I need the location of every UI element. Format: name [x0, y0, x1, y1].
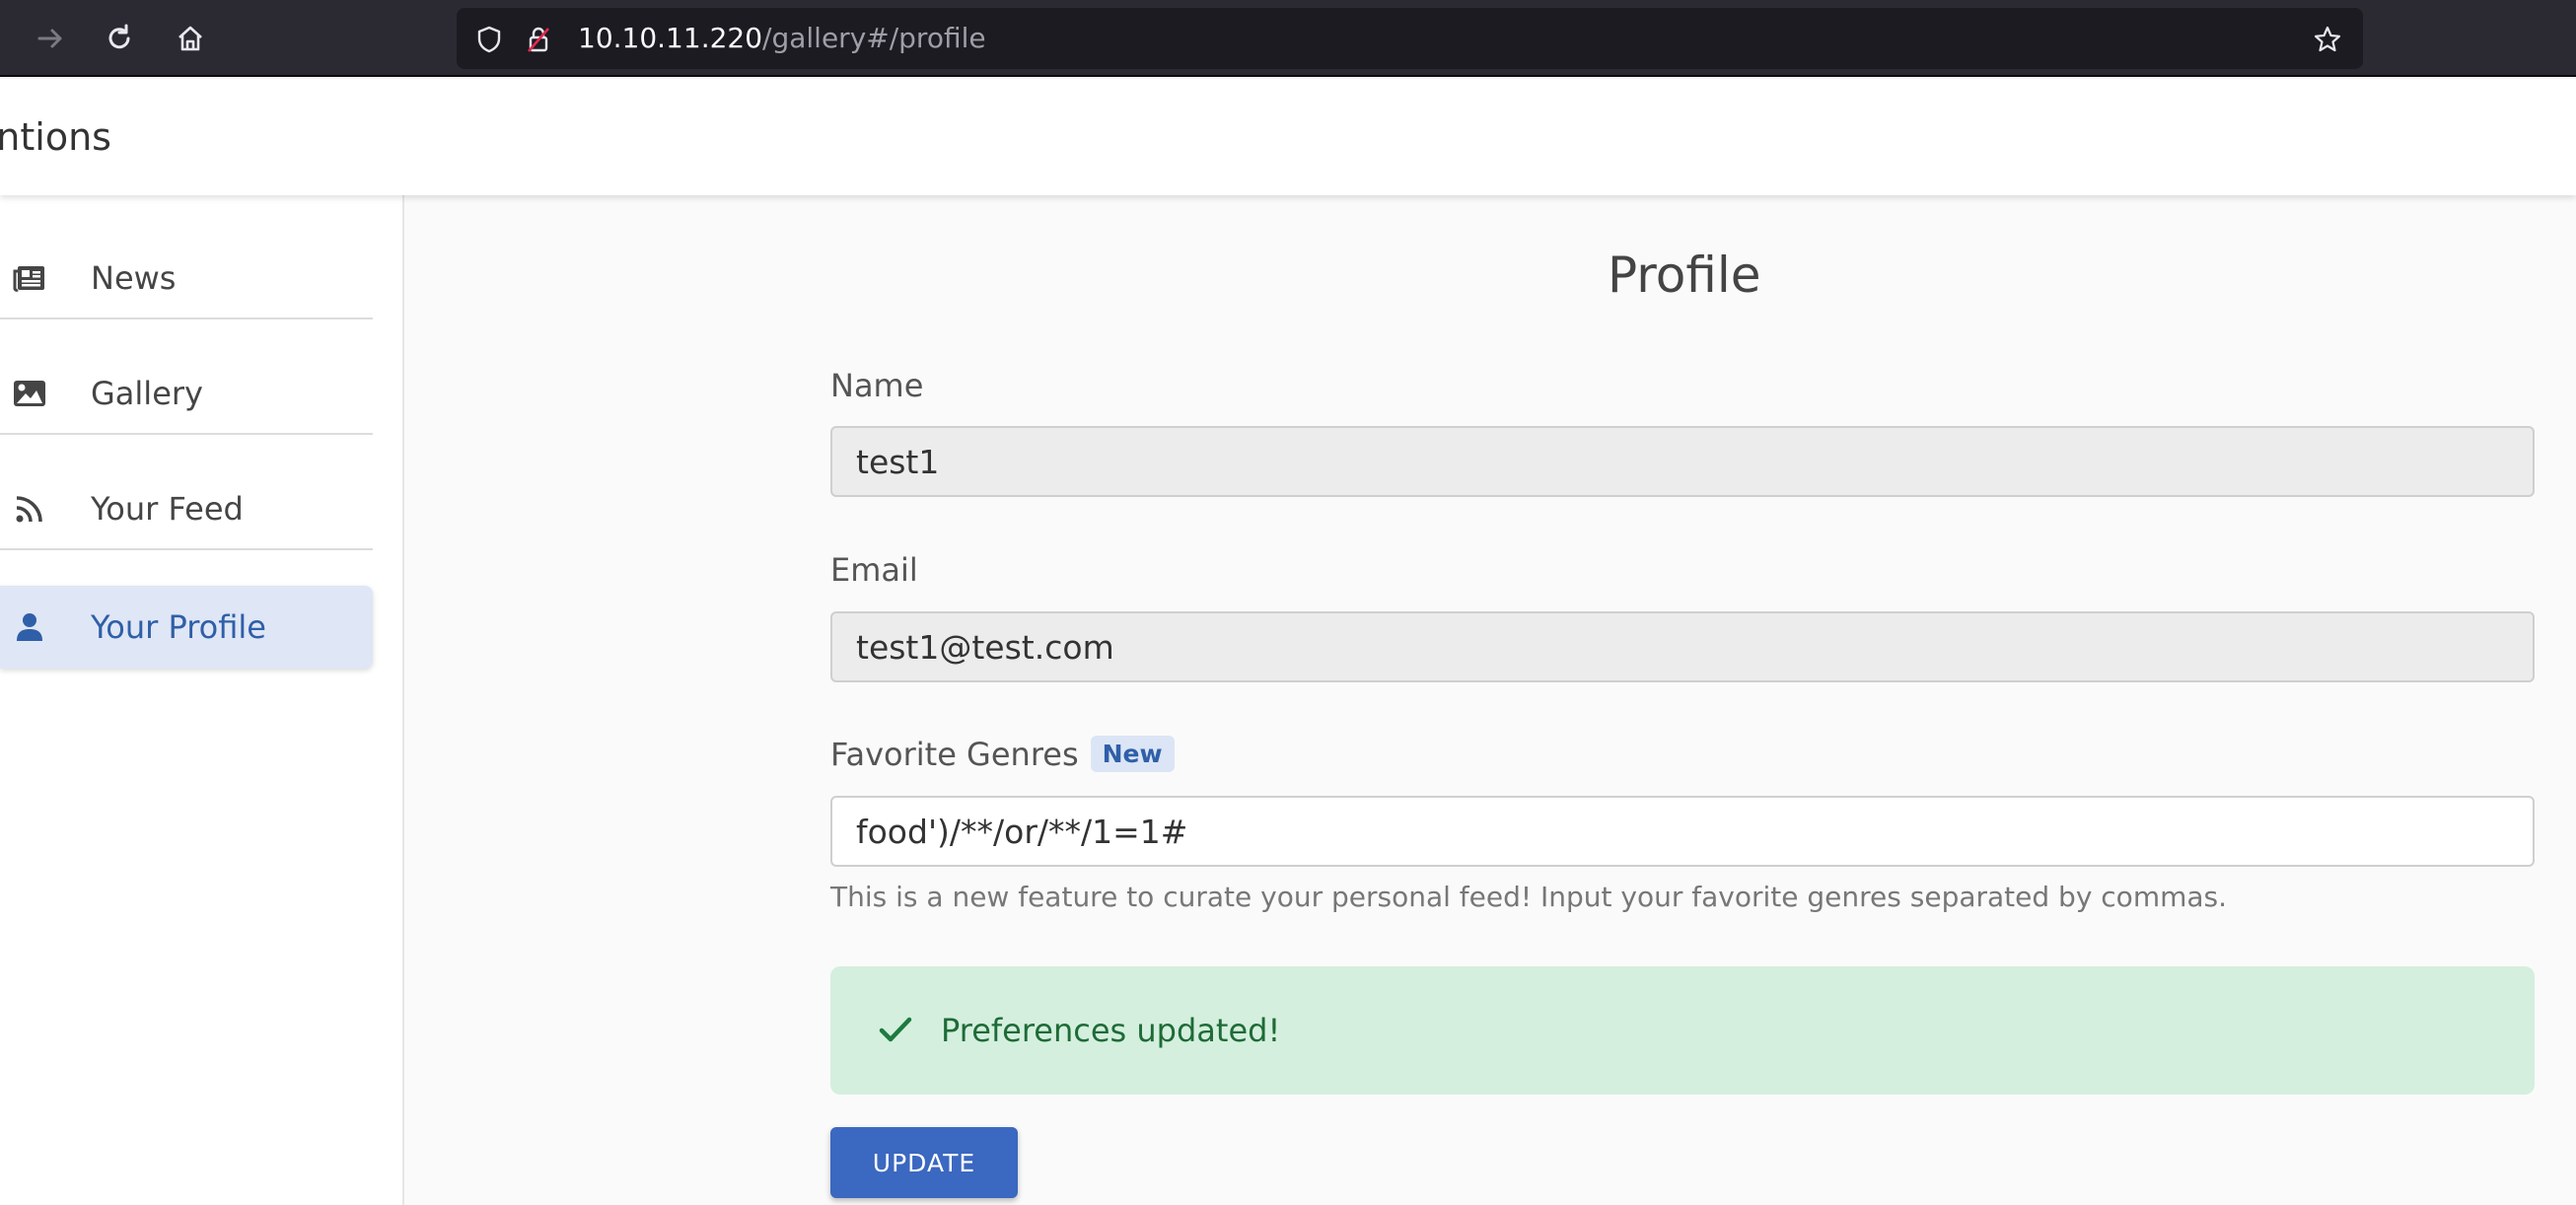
bookmark-star-icon[interactable] — [2313, 25, 2342, 54]
user-icon — [12, 609, 47, 645]
newspaper-icon — [12, 260, 47, 296]
sidebar-item-label: Your Feed — [91, 490, 244, 528]
reload-icon — [108, 24, 130, 49]
checkmark-icon — [879, 1017, 912, 1042]
alert-message: Preferences updated! — [941, 1012, 1281, 1049]
address-bar[interactable]: 10.10.11.220/gallery#/profile — [457, 8, 2363, 69]
sidebar-item-news[interactable]: News — [0, 239, 373, 319]
name-field[interactable] — [830, 426, 2535, 497]
name-label: Name — [830, 367, 924, 404]
sidebar-item-label: Gallery — [91, 375, 203, 412]
sidebar-item-gallery[interactable]: Gallery — [0, 354, 373, 435]
success-alert: Preferences updated! — [830, 966, 2535, 1095]
image-icon — [12, 376, 47, 411]
sidebar-item-label: News — [91, 259, 177, 297]
email-label: Email — [830, 551, 918, 589]
home-button[interactable] — [166, 14, 215, 63]
home-icon — [179, 26, 202, 51]
reload-button[interactable] — [95, 14, 144, 63]
update-button[interactable]: UPDATE — [830, 1127, 1018, 1198]
favorite-genres-label-text: Favorite Genres — [830, 736, 1079, 773]
new-badge: New — [1090, 736, 1175, 772]
genres-help-text: This is a new feature to curate your per… — [830, 881, 2228, 913]
forward-button[interactable] — [26, 14, 75, 63]
favorite-genres-input[interactable] — [830, 796, 2535, 867]
app-title[interactable]: tentions — [0, 79, 111, 195]
favorite-genres-label: Favorite Genres New — [830, 736, 1175, 773]
arrow-right-icon — [37, 29, 62, 48]
page-title: Profile — [1608, 247, 1761, 304]
rss-icon — [12, 491, 47, 527]
url-text[interactable]: 10.10.11.220/gallery#/profile — [578, 8, 986, 69]
insecure-lock-icon[interactable] — [524, 25, 553, 54]
url-path: /gallery#/profile — [762, 22, 986, 54]
url-host: 10.10.11.220 — [578, 22, 763, 54]
shield-icon[interactable] — [474, 25, 504, 54]
browser-toolbar: 10.10.11.220/gallery#/profile — [0, 0, 2576, 77]
sidebar-item-label: Your Profile — [91, 608, 266, 646]
app-header: tentions — [0, 79, 2576, 195]
email-field[interactable] — [830, 611, 2535, 682]
sidebar-item-your-feed[interactable]: Your Feed — [0, 469, 373, 550]
sidebar: News Gallery Your Feed Your Profile — [0, 195, 404, 1205]
sidebar-item-your-profile[interactable]: Your Profile — [0, 586, 373, 669]
